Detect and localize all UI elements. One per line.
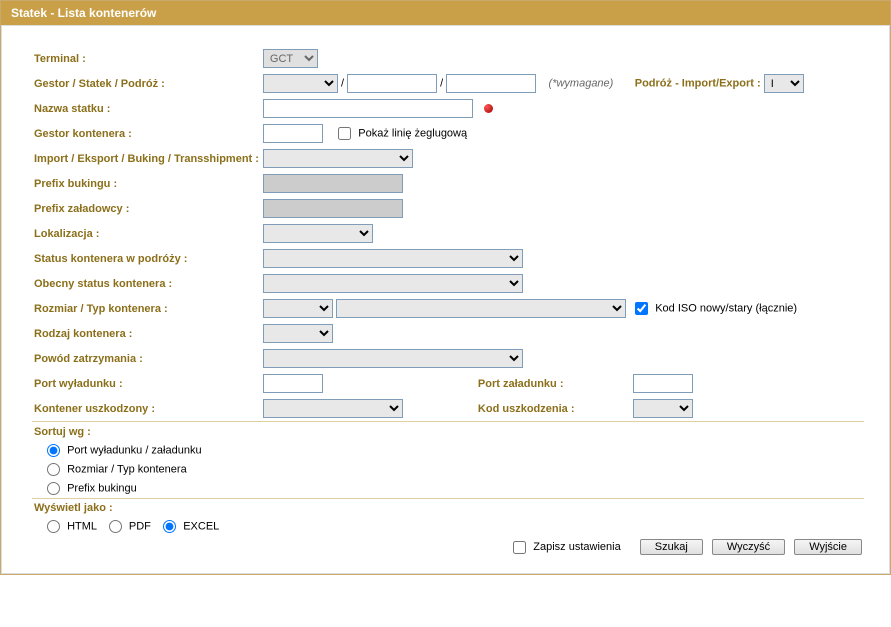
rozmiar-select[interactable] — [263, 299, 333, 318]
sort-prefix-radio[interactable] — [47, 482, 60, 495]
fmt-excel-radio[interactable] — [163, 520, 176, 533]
podroz-ie-select[interactable]: I — [764, 74, 804, 93]
label-status-podroz: Status kontenera w podróży : — [32, 246, 261, 271]
status-podroz-select[interactable] — [263, 249, 523, 268]
wyczysc-button[interactable]: Wyczyść — [712, 539, 785, 555]
label-sort-rozmiar: Rozmiar / Typ kontenera — [67, 463, 187, 475]
label-fmt-excel: EXCEL — [183, 520, 219, 532]
label-kontener-uszkodzony: Kontener uszkodzony : — [32, 396, 261, 422]
label-fmt-pdf: PDF — [129, 520, 151, 532]
label-rozmiar-typ: Rozmiar / Typ kontenera : — [32, 296, 261, 321]
gestor-select[interactable] — [263, 74, 338, 93]
sort-rozmiar-radio[interactable] — [47, 463, 60, 476]
label-lokalizacja: Lokalizacja : — [32, 221, 261, 246]
pokaz-linie-checkbox[interactable] — [338, 127, 351, 140]
label-sort-prefix: Prefix bukingu — [67, 482, 137, 494]
import-eksport-select[interactable] — [263, 149, 413, 168]
label-zapisz-ustawienia: Zapisz ustawienia — [533, 541, 620, 553]
statek-input[interactable] — [347, 74, 437, 93]
kod-uszkodzenia-select[interactable] — [633, 399, 693, 418]
gestor-kontenera-input[interactable] — [263, 124, 323, 143]
nazwa-statku-input[interactable] — [263, 99, 473, 118]
label-kod-uszkodzenia: Kod uszkodzenia : — [476, 396, 631, 422]
fmt-html-radio[interactable] — [47, 520, 60, 533]
label-nazwa-statku: Nazwa statku : — [32, 96, 261, 121]
label-kod-iso: Kod ISO nowy/stary (łącznie) — [655, 303, 797, 315]
label-terminal: Terminal : — [32, 46, 261, 71]
prefix-bukingu-input[interactable] — [263, 174, 403, 193]
form-content: Terminal : GCT Gestor / Statek / Podróż … — [1, 25, 890, 574]
powod-zatrzymania-select[interactable] — [263, 349, 523, 368]
label-wyswietl-jako: Wyświetl jako : — [32, 499, 864, 517]
label-prefix-bukingu: Prefix bukingu : — [32, 171, 261, 196]
port-zaladunku-input[interactable] — [633, 374, 693, 393]
zapisz-ustawienia-group: Zapisz ustawienia — [513, 541, 624, 553]
label-gestor-statek: Gestor / Statek / Podróż : — [32, 71, 261, 96]
label-port-zaladunku: Port załadunku : — [476, 371, 631, 396]
label-rodzaj-kontenera: Rodzaj kontenera : — [32, 321, 261, 346]
label-pokaz-linie: Pokaż linię żeglugową — [358, 128, 467, 140]
label-gestor-kontenera: Gestor kontenera : — [32, 121, 261, 146]
lokalizacja-select[interactable] — [263, 224, 373, 243]
podroz-input[interactable] — [446, 74, 536, 93]
title-bar: Statek - Lista kontenerów — [1, 1, 890, 25]
wyjscie-button[interactable]: Wyjście — [794, 539, 862, 555]
label-podroz-ie: Podróż - Import/Export : — [635, 78, 761, 90]
label-obecny-status: Obecny status kontenera : — [32, 271, 261, 296]
form-table: Terminal : GCT Gestor / Statek / Podróż … — [32, 46, 864, 558]
obecny-status-select[interactable] — [263, 274, 523, 293]
kontener-uszkodzony-select[interactable] — [263, 399, 403, 418]
label-import-eksport: Import / Eksport / Buking / Transshipmen… — [32, 146, 261, 171]
terminal-select[interactable]: GCT — [263, 49, 318, 68]
label-sort-port: Port wyładunku / załadunku — [67, 444, 202, 456]
port-wyladunku-input[interactable] — [263, 374, 323, 393]
kod-iso-checkbox[interactable] — [635, 302, 648, 315]
typ-select[interactable] — [336, 299, 626, 318]
rodzaj-kontenera-select[interactable] — [263, 324, 333, 343]
fmt-pdf-radio[interactable] — [109, 520, 122, 533]
required-note: (*wymagane) — [549, 78, 614, 90]
label-prefix-zaladowcy: Prefix załadowcy : — [32, 196, 261, 221]
szukaj-button[interactable]: Szukaj — [640, 539, 703, 555]
prefix-zaladowcy-input[interactable] — [263, 199, 403, 218]
window-title: Statek - Lista kontenerów — [11, 6, 156, 20]
label-fmt-html: HTML — [67, 520, 97, 532]
label-port-wyladunku: Port wyładunku : — [32, 371, 261, 396]
dialog-window: Statek - Lista kontenerów Terminal : GCT… — [0, 0, 891, 575]
zapisz-ustawienia-checkbox[interactable] — [513, 541, 526, 554]
label-powod-zatrzymania: Powód zatrzymania : — [32, 346, 261, 371]
label-sortuj-wg: Sortuj wg : — [32, 423, 864, 441]
status-dot-icon — [484, 104, 493, 113]
sort-port-radio[interactable] — [47, 444, 60, 457]
